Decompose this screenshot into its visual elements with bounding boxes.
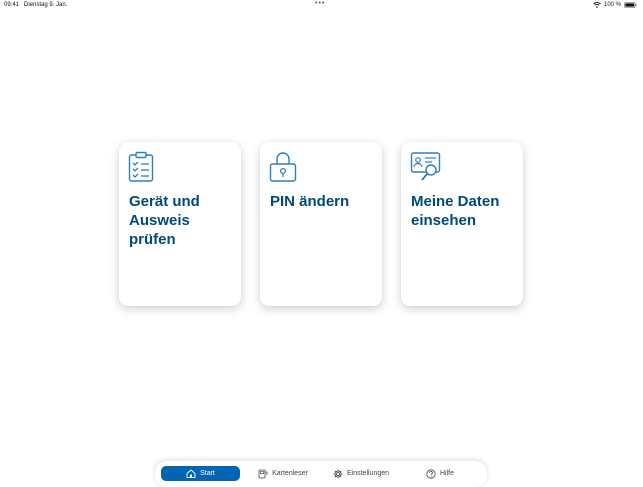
home-icon (186, 469, 196, 478)
tab-help[interactable]: Hilfe (420, 466, 460, 481)
tab-bar: Start Kartenleser Einstellungen Hilfe (155, 461, 487, 487)
lock-icon (269, 151, 297, 183)
tab-label: Hilfe (439, 470, 454, 477)
card-title: Meine Daten einsehen (411, 193, 500, 229)
status-indicators: 100 % (593, 2, 637, 8)
card-title: Gerät und Ausweis prüfen (129, 193, 200, 248)
tab-settings[interactable]: Einstellungen (330, 466, 392, 481)
card-title: PIN ändern (270, 193, 350, 210)
tab-start[interactable]: Start (161, 466, 240, 481)
card-view-my-data[interactable]: Meine Daten einsehen (401, 142, 523, 306)
id-card-search-icon (410, 151, 442, 183)
tab-card-reader[interactable]: Kartenleser (253, 466, 313, 481)
help-icon (426, 468, 436, 479)
multitasking-dots-icon[interactable]: ••• (315, 0, 325, 7)
card-reader-icon (258, 469, 268, 479)
battery-icon (624, 2, 637, 8)
battery-percent: 100 % (603, 2, 621, 8)
tab-label: Start (200, 470, 215, 477)
card-check-device-and-id[interactable]: Gerät und Ausweis prüfen (119, 142, 241, 306)
tab-label: Kartenleser (272, 470, 308, 477)
wifi-icon (593, 2, 601, 8)
status-time: 09:41 (4, 2, 20, 8)
status-bar: 09:41 Dienstag 9. Jan. ••• 100 % (0, 0, 643, 12)
tab-label: Einstellungen (346, 470, 390, 477)
card-change-pin[interactable]: PIN ändern (260, 142, 382, 306)
checklist-icon (128, 151, 154, 183)
status-date: Dienstag 9. Jan. (24, 2, 68, 8)
gear-icon (333, 469, 343, 479)
